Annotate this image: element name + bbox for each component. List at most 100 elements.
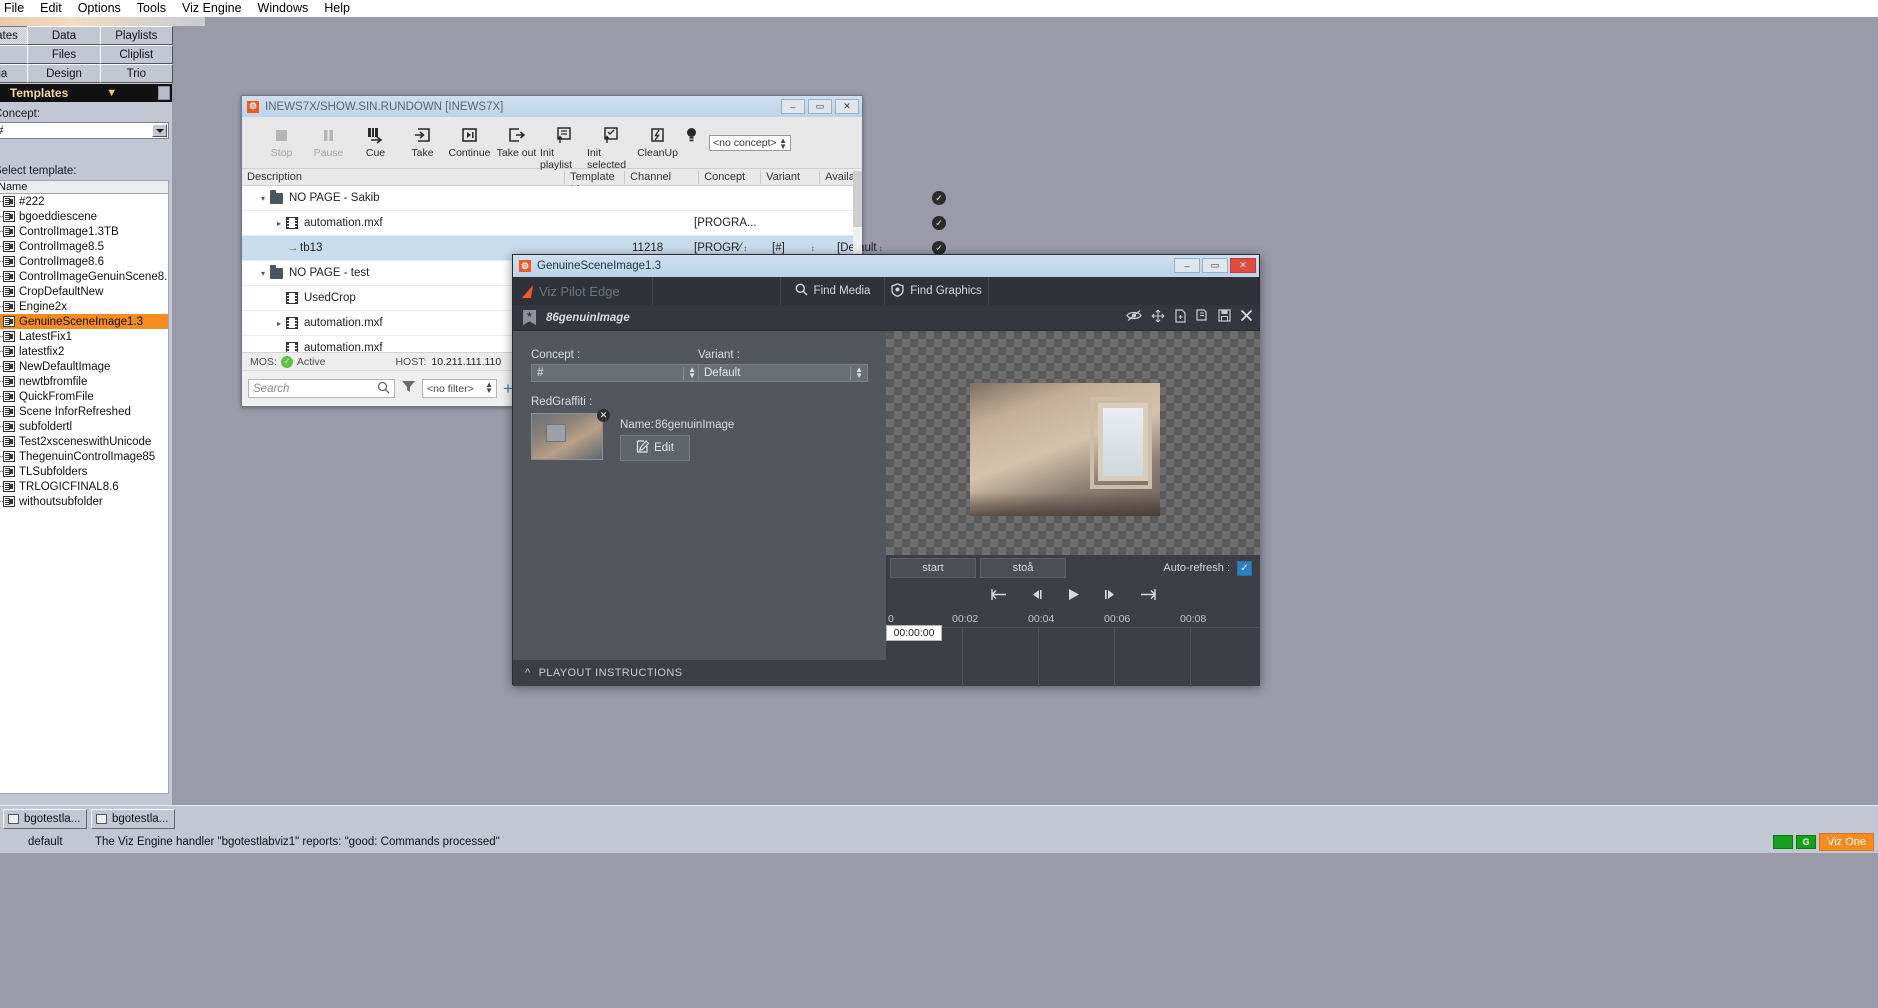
find-graphics-button[interactable]: Find Graphics — [885, 277, 989, 305]
tab-playlists[interactable]: Playlists — [100, 26, 173, 45]
continue-button[interactable]: Continue — [446, 123, 493, 159]
template-list-item[interactable]: latestfix2 — [0, 344, 168, 359]
template-list-item[interactable]: ControlImage1.3TB — [0, 224, 168, 239]
take-button[interactable]: Take — [399, 123, 446, 159]
template-list-item[interactable]: ControlImageGenuinScene8.6 — [0, 269, 168, 284]
spinner-icon[interactable]: ↕ — [811, 244, 815, 253]
find-media-button[interactable]: Find Media — [781, 277, 885, 305]
tab-trio[interactable]: Trio — [100, 64, 173, 83]
column-variant[interactable]: Variant — [760, 171, 819, 184]
init-playlist-button[interactable]: Init playlist — [540, 123, 587, 171]
template-list-item[interactable]: CropDefaultNew — [0, 284, 168, 299]
column-description[interactable]: Description — [242, 171, 564, 184]
step-back-icon[interactable] — [1030, 588, 1044, 604]
template-list-item[interactable]: ThegenuinControlImage85 — [0, 449, 168, 464]
concept-input[interactable]: # ▲▼ — [531, 364, 701, 382]
pilot-titlebar[interactable]: ⚙ GenuineSceneImage1.3 – ▭ ✕ — [513, 255, 1259, 277]
rundown-concept-selector[interactable]: <no concept> ▲▼ — [709, 135, 791, 151]
spinner-icon[interactable]: ↕ — [879, 244, 883, 253]
template-list-item[interactable]: Test2xsceneswithUnicode — [0, 434, 168, 449]
tab-media[interactable]: Media — [0, 64, 28, 83]
play-icon[interactable] — [1066, 587, 1081, 605]
copy-doc-icon[interactable] — [1196, 309, 1209, 326]
twisty-icon[interactable]: ▸ — [272, 219, 286, 228]
init-selected-button[interactable]: Init selected — [587, 123, 634, 171]
menu-item-file[interactable]: File — [0, 0, 32, 17]
tab-cliplist[interactable]: Cliplist — [100, 45, 173, 64]
spinner-icon[interactable]: ↕ — [743, 244, 747, 253]
new-doc-icon[interactable] — [1174, 309, 1187, 326]
filter-selector[interactable]: <no filter> ▲▼ — [422, 379, 497, 398]
template-list-item[interactable]: GenuineSceneImage1.3 — [0, 314, 168, 329]
bookmark-icon[interactable]: ★ — [523, 310, 536, 325]
section-header-button[interactable] — [158, 86, 170, 100]
menu-item-edit[interactable]: Edit — [32, 0, 70, 17]
close-button[interactable]: ✕ — [835, 99, 859, 114]
template-list-item[interactable]: withoutsubfolder — [0, 494, 168, 509]
table-row[interactable]: ▾NO PAGE - Sakib✓ — [242, 186, 862, 211]
remove-media-button[interactable]: ✕ — [597, 409, 610, 422]
template-list-item[interactable]: LatestFix1 — [0, 329, 168, 344]
chevron-down-icon[interactable] — [152, 124, 167, 137]
template-list-item[interactable]: subfoldertl — [0, 419, 168, 434]
template-list-item[interactable]: TLSubfolders — [0, 464, 168, 479]
close-button[interactable]: ✕ — [1230, 258, 1256, 273]
spinner-icon[interactable]: ▲▼ — [485, 382, 493, 394]
tab-files[interactable]: Files — [27, 45, 100, 64]
template-list-item[interactable]: Scene InforRefreshed — [0, 404, 168, 419]
template-list-item[interactable]: bgoeddiescene — [0, 209, 168, 224]
concept-combo[interactable]: # — [0, 122, 169, 139]
tab-design[interactable]: Design — [27, 64, 100, 83]
spinner-icon[interactable]: ▲▼ — [688, 367, 696, 379]
skip-end-icon[interactable] — [1139, 588, 1156, 604]
template-name-column-header[interactable]: Name — [0, 180, 169, 194]
column-channel[interactable]: Channel — [624, 171, 698, 184]
maximize-button[interactable]: ▭ — [808, 99, 832, 114]
move-icon[interactable] — [1151, 309, 1165, 326]
twisty-icon[interactable]: ▾ — [256, 194, 270, 203]
variant-input[interactable]: Default ▲▼ — [698, 364, 868, 382]
cue-button[interactable]: Cue — [352, 123, 399, 159]
template-list-item[interactable]: #222 — [0, 194, 168, 209]
playout-instructions-bar[interactable]: ^ PLAYOUT INSTRUCTIONS — [513, 660, 887, 686]
twisty-icon[interactable]: ▸ — [272, 319, 286, 328]
template-list-item[interactable]: ControlImage8.6 — [0, 254, 168, 269]
filter-icon[interactable] — [401, 379, 416, 399]
minimize-button[interactable]: – — [781, 99, 805, 114]
auto-refresh-checkbox[interactable]: ✓ — [1237, 561, 1252, 576]
menu-item-options[interactable]: Options — [70, 0, 129, 17]
scrollbar-thumb[interactable] — [853, 171, 862, 227]
chevron-down-icon[interactable]: ▼ — [106, 87, 117, 99]
stop-button[interactable]: stoå — [980, 558, 1066, 578]
rundown-titlebar[interactable]: ⚙ INEWS7X/SHOW.SIN.RUNDOWN [INEWS7X] – ▭… — [242, 96, 862, 117]
spinner-icon[interactable]: ▲▼ — [855, 367, 863, 379]
step-forward-icon[interactable] — [1103, 588, 1117, 604]
close-icon[interactable] — [1240, 309, 1253, 326]
template-list-item[interactable]: ControlImage8.5 — [0, 239, 168, 254]
twisty-icon[interactable]: ▾ — [256, 269, 270, 278]
tab-viz[interactable]: Viz — [0, 45, 28, 64]
template-list-item[interactable]: NewDefaultImage — [0, 359, 168, 374]
search-icon[interactable] — [377, 381, 390, 397]
save-icon[interactable] — [1218, 309, 1231, 326]
taskbar-button-2[interactable]: bgotestla... — [91, 809, 175, 829]
menu-item-viz-engine[interactable]: Viz Engine — [174, 0, 250, 17]
template-list-item[interactable]: QuickFromFile — [0, 389, 168, 404]
media-thumbnail[interactable] — [531, 413, 603, 460]
template-list-item[interactable]: TRLOGICFINAL8.6 — [0, 479, 168, 494]
spinner-icon[interactable]: ▲▼ — [779, 138, 787, 150]
column-concept[interactable]: Concept — [698, 171, 760, 184]
template-list-item[interactable]: Engine2x — [0, 299, 168, 314]
hide-icon[interactable] — [1126, 309, 1142, 326]
tab-templates[interactable]: Templates — [0, 26, 28, 45]
pause-button[interactable]: Pause — [305, 123, 352, 159]
preview-timeline[interactable]: 0 00:02 00:04 00:06 00:08 00:00:00 — [886, 611, 1260, 686]
maximize-button[interactable]: ▭ — [1202, 258, 1228, 273]
table-row[interactable]: ▸automation.mxf[PROGRA...✓ — [242, 211, 862, 236]
menu-item-windows[interactable]: Windows — [250, 0, 317, 17]
template-tree[interactable]: #222bgoeddiesceneControlImage1.3TBContro… — [0, 194, 169, 794]
chevron-up-icon[interactable]: ^ — [525, 667, 531, 679]
take-out-button[interactable]: Take out — [493, 123, 540, 159]
skip-start-icon[interactable] — [991, 588, 1008, 604]
stop-button[interactable]: Stop — [258, 123, 305, 159]
